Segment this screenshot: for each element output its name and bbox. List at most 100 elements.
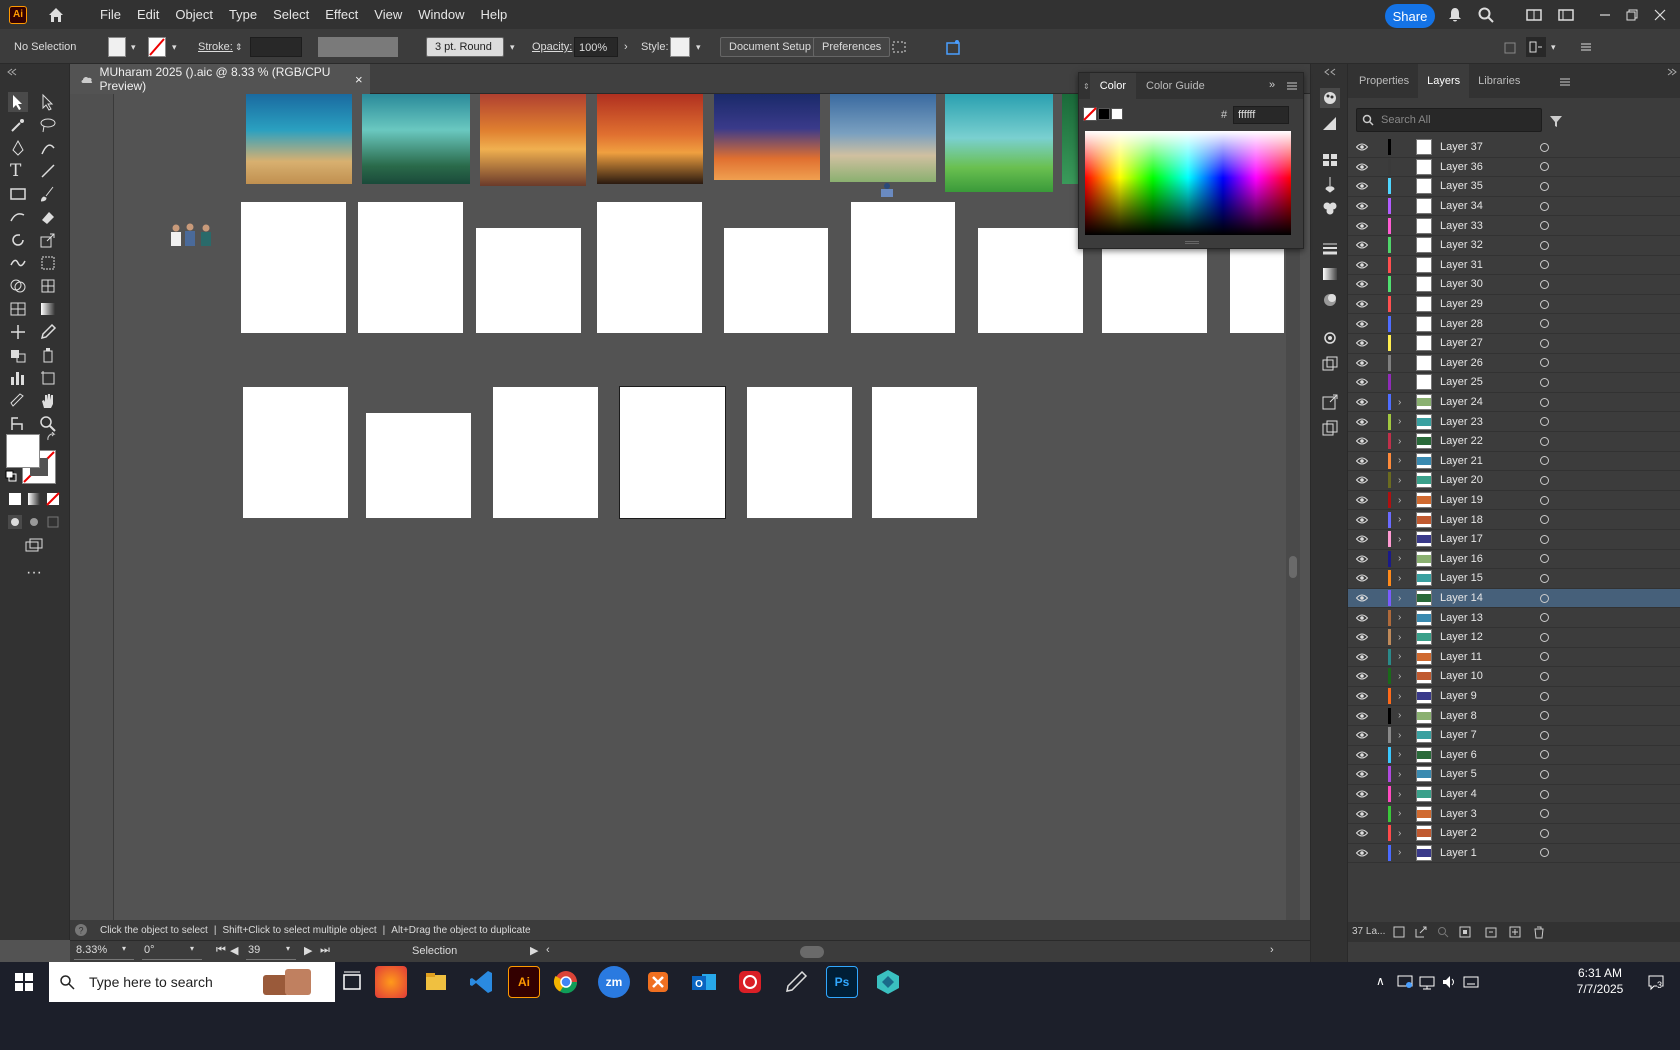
new-layer-icon[interactable] [1508,925,1522,939]
visibility-eye-icon[interactable] [1356,457,1368,465]
visibility-eye-icon[interactable] [1356,378,1368,386]
tab-color[interactable]: Color [1089,73,1136,99]
color-spectrum[interactable] [1085,131,1291,235]
layer-row[interactable]: › Layer 20 [1348,471,1680,491]
symbols-icon[interactable] [1320,198,1340,218]
layer-target-icon[interactable] [1540,652,1549,662]
layer-row[interactable]: › Layer 19 [1348,491,1680,511]
visibility-eye-icon[interactable] [1356,574,1368,582]
layer-target-icon[interactable] [1540,769,1549,779]
layer-name[interactable]: Layer 28 [1440,318,1483,330]
stroke-swatch[interactable] [148,37,166,57]
artboard[interactable] [358,202,463,333]
expand-chevron-icon[interactable]: › [1398,553,1401,564]
type-tool-icon[interactable]: T [10,161,30,181]
change-screen-mode-icon[interactable] [24,536,44,556]
layer-target-icon[interactable] [1540,632,1549,642]
network-icon[interactable] [1418,973,1436,991]
expand-chevron-icon[interactable]: › [1398,651,1401,662]
visibility-eye-icon[interactable] [1356,300,1368,308]
layer-target-icon[interactable] [1540,515,1549,525]
photoshop-icon[interactable]: Ps [826,966,858,998]
visibility-eye-icon[interactable] [1356,555,1368,563]
bell-icon[interactable] [1446,6,1464,24]
layer-name[interactable]: Layer 9 [1440,690,1477,702]
minimize-icon[interactable] [1596,6,1614,24]
expand-chevron-icon[interactable]: › [1398,847,1401,858]
poster-artboard[interactable] [362,94,470,184]
layer-name[interactable]: Layer 23 [1440,416,1483,428]
first-artboard-icon[interactable]: ⏮ [216,944,226,957]
app-icon[interactable] [872,966,904,998]
layer-target-icon[interactable] [1540,397,1549,407]
visibility-eye-icon[interactable] [1356,437,1368,445]
lasso-tool-icon[interactable] [38,115,58,135]
make-clipping-mask-icon[interactable] [1458,925,1472,939]
panel-grip-icon[interactable]: ⇕ [1079,82,1090,91]
layer-target-icon[interactable] [1540,691,1549,701]
layer-target-icon[interactable] [1540,162,1549,172]
hand-tool-icon[interactable] [38,391,58,411]
layer-row[interactable]: Layer 25 [1348,373,1680,393]
visibility-eye-icon[interactable] [1356,320,1368,328]
menu-select[interactable]: Select [265,0,317,29]
layer-name[interactable]: Layer 6 [1440,749,1477,761]
layer-row[interactable]: › Layer 9 [1348,687,1680,707]
layer-name[interactable]: Layer 3 [1440,808,1477,820]
layer-row[interactable]: › Layer 24 [1348,393,1680,413]
variable-width-profile[interactable] [318,37,398,57]
tray-app-icon[interactable] [1396,973,1414,991]
layer-row[interactable]: › Layer 15 [1348,569,1680,589]
active-artboard[interactable] [619,386,726,519]
layer-name[interactable]: Layer 36 [1440,161,1483,173]
scale-tool-icon[interactable] [38,230,58,250]
layer-row[interactable]: › Layer 10 [1348,667,1680,687]
none-swatch[interactable] [1083,107,1097,121]
draw-behind-icon[interactable] [26,514,42,530]
layer-target-icon[interactable] [1540,319,1549,329]
layer-row[interactable]: › Layer 18 [1348,510,1680,530]
artboard[interactable] [241,202,346,333]
collect-for-export-icon[interactable] [1392,925,1406,939]
artboard[interactable] [724,228,828,333]
layer-row[interactable]: Layer 34 [1348,197,1680,217]
layer-row[interactable]: Layer 30 [1348,275,1680,295]
layer-name[interactable]: Layer 11 [1440,651,1482,663]
panel-options-icon[interactable] [1502,37,1520,57]
menu-file[interactable]: File [92,0,129,29]
eyedropper-tool-icon[interactable] [38,322,58,342]
menu-edit[interactable]: Edit [129,0,167,29]
xampp-icon[interactable] [642,966,674,998]
firefox-icon[interactable] [375,966,407,998]
gradient-mode-icon[interactable] [27,492,41,506]
layer-name[interactable]: Layer 18 [1440,514,1483,526]
brushes-icon[interactable] [1320,174,1340,194]
black-swatch[interactable] [1098,108,1110,120]
slice-tool-icon[interactable] [8,391,28,411]
shape-builder-tool-icon[interactable] [8,276,28,296]
vertical-scroll-thumb[interactable] [1289,556,1297,578]
visibility-eye-icon[interactable] [1356,339,1368,347]
document-setup-button[interactable]: Document Setup [720,37,820,57]
layer-target-icon[interactable] [1540,201,1549,211]
layer-name[interactable]: Layer 7 [1440,729,1477,741]
swap-fill-stroke-icon[interactable] [46,432,58,444]
layer-target-icon[interactable] [1540,789,1549,799]
visibility-eye-icon[interactable] [1356,672,1368,680]
layer-row[interactable]: › Layer 8 [1348,706,1680,726]
layer-row[interactable]: Layer 31 [1348,256,1680,276]
rectangle-tool-icon[interactable] [8,184,28,204]
layer-target-icon[interactable] [1540,730,1549,740]
arrange-icon[interactable] [1526,37,1546,57]
color-mode-icon[interactable] [8,492,22,506]
rotate-tool-icon[interactable] [8,230,28,250]
draw-inside-icon[interactable] [45,514,61,530]
line-tool-icon[interactable] [38,161,58,181]
fill-dropdown-icon[interactable]: ▾ [131,37,136,57]
visibility-eye-icon[interactable] [1356,751,1368,759]
layer-name[interactable]: Layer 21 [1440,455,1483,467]
layer-name[interactable]: Layer 31 [1440,259,1483,271]
menu-object[interactable]: Object [167,0,221,29]
illustrator-taskbar-icon[interactable]: Ai [508,966,540,998]
layer-row[interactable]: › Layer 2 [1348,824,1680,844]
